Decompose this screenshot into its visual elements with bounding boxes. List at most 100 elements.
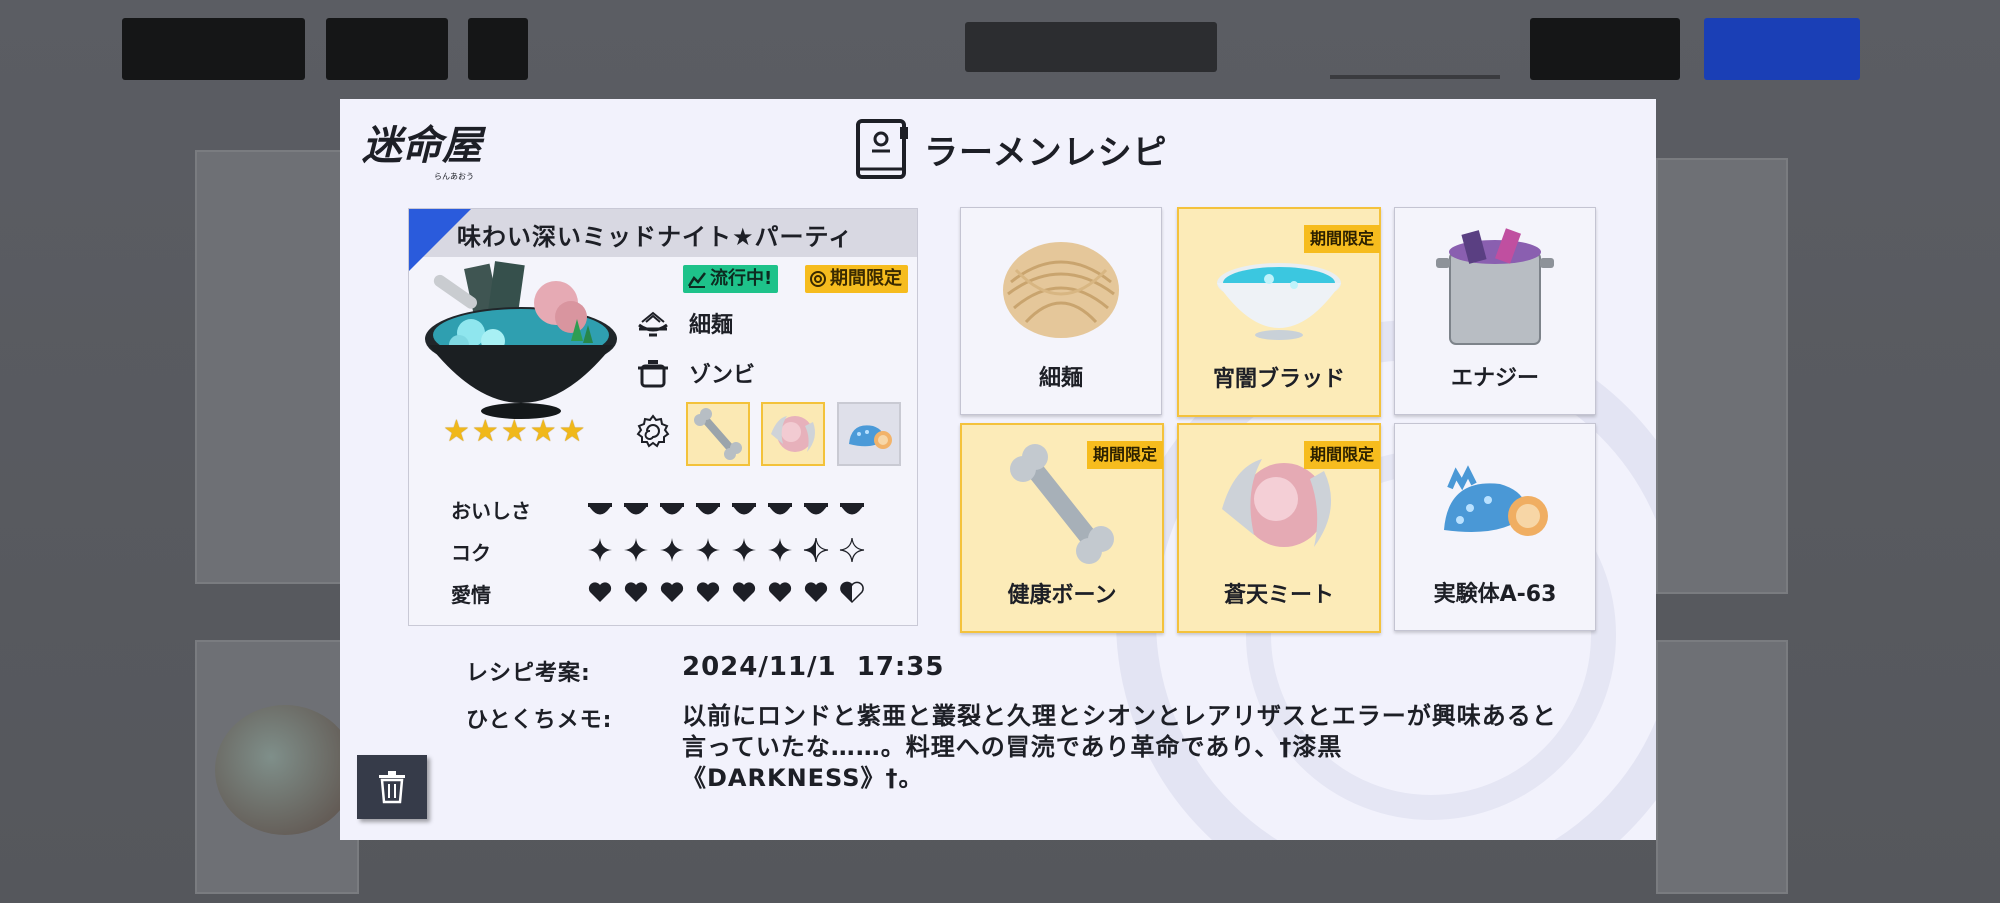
heart-icon	[660, 582, 684, 602]
limited-tag: 期間限定	[1303, 225, 1380, 253]
pot-icon	[1436, 228, 1554, 345]
bowl-icon	[732, 503, 756, 515]
bowl-icon	[840, 503, 864, 515]
logo-subtext: らんあおう	[434, 172, 474, 181]
limited-label: 期間限定	[830, 268, 902, 289]
heart-icon	[840, 581, 864, 604]
menu-button[interactable]	[326, 18, 448, 80]
settings-button[interactable]	[468, 18, 528, 80]
noodle-icon	[1003, 242, 1119, 338]
ingredient-label: 実験体A-63	[1433, 582, 1557, 607]
heart-icon	[588, 582, 612, 602]
ingredient-card[interactable]: 期間限定健康ボーン	[960, 423, 1164, 633]
heart-icon	[768, 582, 792, 602]
stat-label-love: 愛情	[451, 583, 491, 607]
limited-tag: 期間限定	[1303, 441, 1380, 469]
recipe-modal: 迷命屋 らんあおう ラーメンレシピ 味わい深いミッドナイト★パーティ 流行中! …	[340, 99, 1656, 840]
memo-line: 《DARKNESS》†。	[682, 764, 924, 792]
bg-ramen-image	[215, 705, 355, 835]
stat-love-icons	[587, 579, 865, 605]
back-button[interactable]	[122, 18, 305, 80]
topping-slot-2[interactable]	[761, 402, 825, 466]
memo-line: 言っていたな……。料理への冒涜であり革命であり、†漆黒	[682, 733, 1343, 761]
ingredient-label: 健康ボーン	[1007, 583, 1117, 608]
bone-icon	[694, 408, 742, 460]
edit-button[interactable]	[1530, 18, 1680, 80]
noodle-row: 細麺	[635, 305, 733, 341]
noodle-type-icon	[638, 311, 668, 337]
ingredient-card[interactable]: 実験体A-63	[1394, 423, 1596, 631]
topping-row	[635, 413, 671, 449]
ingredient-card[interactable]: 期間限定宵闇ブラッド	[1177, 207, 1381, 417]
creature-icon	[849, 425, 892, 449]
soup-type-label: ゾンビ	[689, 363, 756, 388]
ingredient-label: エナジー	[1450, 366, 1539, 391]
bowl-icon	[804, 503, 828, 515]
topping-slot-3[interactable]	[837, 402, 901, 466]
memo-text: 以前にロンドと紫亜と叢裂と久理とシオンとレアリザスとエラーが興味あると 言ってい…	[682, 701, 1602, 794]
logo-text: 迷命屋	[362, 122, 487, 169]
bg-panel-left	[195, 150, 359, 584]
sparkle-icon	[588, 538, 612, 562]
action-button[interactable]	[1704, 18, 1860, 80]
limited-icon	[810, 271, 826, 287]
meat-icon	[771, 416, 815, 452]
limited-tag: 期間限定	[1086, 441, 1163, 469]
sparkle-icon	[839, 537, 865, 563]
memo-label: ひとくちメモ:	[466, 708, 613, 733]
date-label: レシピ考案:	[466, 661, 591, 686]
bowl-icon	[696, 503, 720, 515]
sparkle-icon	[624, 538, 648, 562]
modal-title: ラーメンレシピ	[924, 132, 1168, 173]
recipe-name: 味わい深いミッドナイト★パーティ	[457, 223, 854, 251]
ingredient-card[interactable]: エナジー	[1394, 207, 1596, 415]
sparkle-icon	[696, 538, 720, 562]
ingredient-card[interactable]: 期間限定蒼天ミート	[1177, 423, 1381, 633]
heart-icon	[624, 582, 648, 602]
modal-header: ラーメンレシピ	[854, 114, 1168, 184]
soup-pot-icon	[638, 360, 668, 388]
recipe-card: 味わい深いミッドナイト★パーティ 流行中! 期間限定 ★ ★ ★ ★ ★ 細麺 …	[408, 208, 918, 626]
creature-icon	[1444, 465, 1548, 536]
limited-badge: 期間限定	[805, 265, 908, 293]
ingredient-card[interactable]: 細麺	[960, 207, 1162, 415]
trending-label: 流行中!	[710, 268, 773, 289]
date-value: 2024/11/1 17:35	[682, 652, 945, 682]
sparkle-icon	[768, 538, 792, 562]
stat-label-taste: おいしさ	[451, 499, 531, 523]
star-icon: ★	[529, 414, 557, 449]
bg-panel-right-top	[1656, 158, 1788, 594]
stat-richness-icons	[587, 537, 865, 563]
sparkle-icon	[660, 538, 684, 562]
star-icon: ★	[558, 414, 586, 449]
shop-logo: 迷命屋 らんあおう	[362, 122, 487, 181]
noodle-type-label: 細麺	[689, 313, 734, 338]
soup-row: ゾンビ	[635, 355, 755, 391]
bg-panel-right-bottom	[1656, 640, 1788, 894]
stat-taste-icons	[587, 497, 865, 523]
sparkle-icon	[803, 537, 829, 563]
heart-icon	[732, 582, 756, 602]
star-icon: ★	[443, 414, 470, 449]
heart-icon	[696, 582, 720, 602]
bowl-icon	[588, 503, 612, 515]
delete-button[interactable]	[357, 755, 427, 819]
trending-badge: 流行中!	[683, 265, 779, 293]
rating-stars: ★ ★ ★ ★ ★	[443, 417, 586, 447]
trash-icon	[379, 771, 405, 804]
ingredient-label: 蒼天ミート	[1223, 583, 1334, 608]
bowl-icon	[624, 503, 648, 515]
heart-icon	[804, 582, 828, 602]
topping-slot-1[interactable]	[686, 402, 750, 466]
ramen-bowl-image	[425, 261, 617, 419]
star-icon: ★	[500, 414, 528, 449]
sparkle-icon	[732, 538, 756, 562]
bowl-icon	[660, 503, 684, 515]
memo-line: 以前にロンドと紫亜と叢裂と久理とシオンとレアリザスとエラーが興味あると	[682, 702, 1557, 730]
bowl-icon	[768, 503, 792, 515]
ingredient-label: 宵闇ブラッド	[1212, 367, 1345, 392]
star-icon: ★	[471, 414, 499, 449]
toolbar-button[interactable]	[965, 22, 1217, 72]
ingredient-label: 細麺	[1038, 366, 1083, 391]
stat-label-richness: コク	[451, 541, 491, 565]
